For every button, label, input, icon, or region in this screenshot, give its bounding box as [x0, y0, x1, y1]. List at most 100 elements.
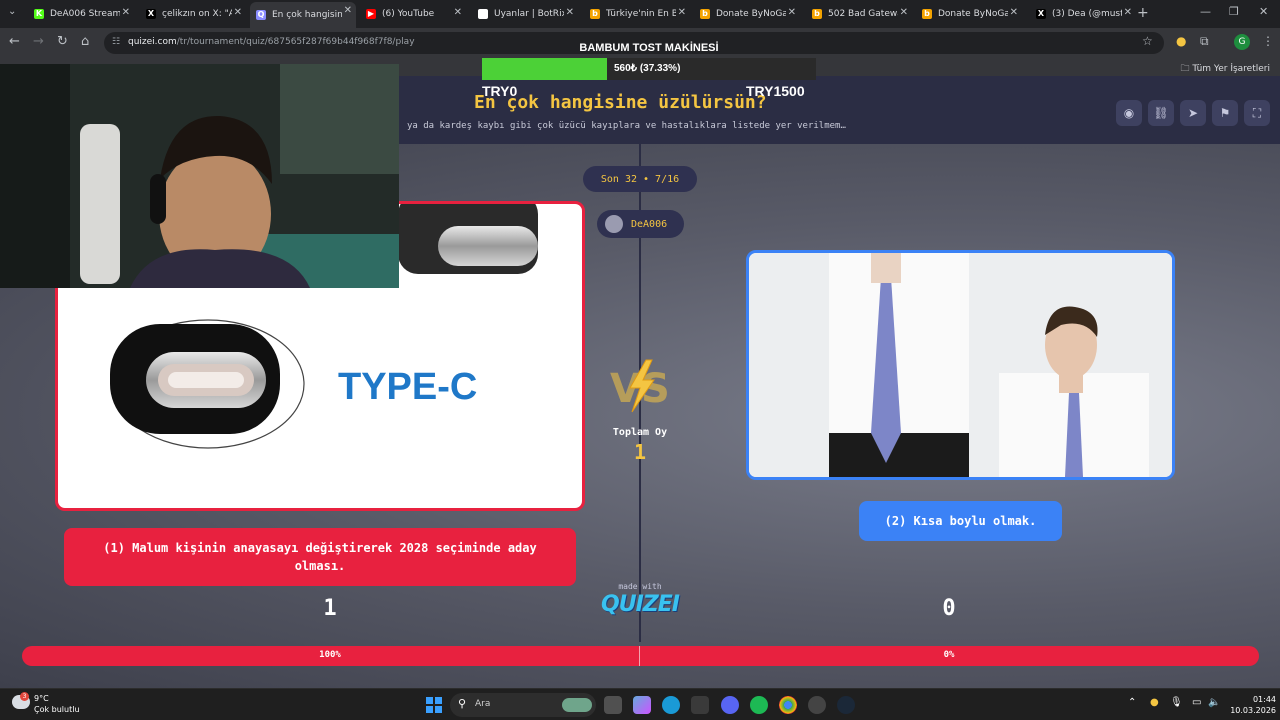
weather-temperature: 9°C	[34, 694, 49, 703]
view-button[interactable]: ◉	[1116, 100, 1142, 126]
tray-app-icon[interactable]: ●	[1150, 697, 1159, 708]
tab-close-icon[interactable]: ✕	[900, 7, 908, 18]
browser-menu-icon[interactable]: ⋮	[1262, 34, 1274, 48]
tray-overflow-icon[interactable]: ⌃	[1128, 697, 1136, 708]
vs-lightning-icon: VS	[610, 359, 670, 413]
browser-tab[interactable]: Q En çok hangisine ✕	[250, 2, 356, 28]
option-card-right[interactable]	[746, 250, 1175, 480]
restore-icon[interactable]: ❐	[1229, 5, 1239, 18]
option-right-button[interactable]: (2) Kısa boylu olmak.	[859, 501, 1062, 541]
quizei-icon: Q	[256, 10, 266, 20]
site-info-icon[interactable]: ☷	[112, 37, 120, 47]
fullscreen-button[interactable]: ⛶	[1244, 100, 1270, 126]
minimize-icon[interactable]: —	[1200, 5, 1211, 18]
donation-goal-overlay: BAMBUM TOST MAKİNESİ 560₺ (37.33%) TRY0 …	[482, 40, 816, 100]
donation-min: TRY0	[482, 83, 518, 99]
bynogame-icon: b	[590, 9, 600, 19]
weather-condition: Çok bulutlu	[34, 705, 80, 714]
network-icon[interactable]: ▭	[1192, 697, 1201, 708]
store-icon[interactable]	[691, 696, 709, 714]
search-icon: ⚲	[458, 697, 467, 710]
tab-close-icon[interactable]: ✕	[122, 7, 130, 18]
webcam-overlay	[0, 64, 399, 288]
tab-close-icon[interactable]: ✕	[678, 7, 686, 18]
botrix-icon: B	[478, 9, 488, 19]
browser-tab[interactable]: ▶ (6) YouTube ✕	[360, 4, 466, 24]
browser-tab[interactable]: Xçelikzın on X: "Ab✕	[140, 4, 246, 24]
total-votes-label: Toplam Oy	[612, 427, 668, 438]
kick-icon: K	[34, 9, 44, 19]
bynogame-icon: b	[700, 9, 710, 19]
tab-close-icon[interactable]: ✕	[1124, 7, 1132, 18]
progress-split	[639, 646, 640, 666]
tab-search-chevron-icon[interactable]: ⌄	[8, 6, 16, 17]
vote-progress-bar: 100% 0%	[22, 646, 1259, 666]
report-button[interactable]: ⚑	[1212, 100, 1238, 126]
browser-tab[interactable]: b Türkiye'nin En Bü ✕	[584, 4, 690, 24]
link-icon: ⛓	[1153, 106, 1169, 120]
tab-close-icon[interactable]: ✕	[1010, 7, 1018, 18]
back-arrow-icon[interactable]: ←	[9, 34, 20, 49]
bookmark-star-icon[interactable]: ☆	[1142, 34, 1153, 48]
browser-tab[interactable]: X (3) Dea (@mustaf✕	[1030, 4, 1136, 24]
tab-title: Uyanlar | BotRix -	[494, 9, 564, 19]
tab-title: Donate ByNoGam	[716, 9, 786, 19]
start-windows-icon[interactable]	[426, 697, 442, 713]
browser-tab[interactable]: b 502 Bad Gateway✕	[806, 4, 912, 24]
edge-icon[interactable]	[662, 696, 680, 714]
right-vote-count: 0	[942, 596, 956, 621]
profile-avatar[interactable]: G	[1234, 34, 1250, 50]
spotify-icon[interactable]	[750, 696, 768, 714]
tab-close-icon[interactable]: ✕	[566, 7, 574, 18]
tab-close-icon[interactable]: ✕	[234, 7, 242, 18]
tab-title: çelikzın on X: "Ab	[162, 9, 232, 19]
youtube-icon: ▶	[366, 9, 376, 19]
tab-close-icon[interactable]: ✕	[788, 7, 796, 18]
chrome-icon[interactable]	[779, 696, 797, 714]
user-badge: DeA006	[597, 210, 684, 238]
new-tab-button[interactable]: +	[1137, 5, 1149, 21]
total-votes-value: 1	[633, 440, 647, 464]
tab-title: (3) Dea (@mustaf	[1052, 9, 1122, 19]
all-bookmarks-link[interactable]: 🗀 Tüm Yer İşaretleri	[1180, 61, 1270, 77]
send-button[interactable]: ➤	[1180, 100, 1206, 126]
extensions-puzzle-icon[interactable]: ⧉	[1200, 34, 1209, 49]
reload-icon[interactable]: ↻	[57, 34, 68, 49]
home-icon[interactable]: ⌂	[81, 34, 89, 49]
close-window-icon[interactable]: ✕	[1259, 5, 1268, 18]
tab-title: Donate ByNoGam	[938, 9, 1008, 19]
browser-tab[interactable]: b Donate ByNoGam✕	[916, 4, 1022, 24]
quizei-logo[interactable]: QUIZEI	[598, 592, 682, 617]
browser-tab[interactable]: K DeA006 Stream - ✕	[28, 4, 134, 24]
taskbar-search[interactable]: ⚲ Ara	[450, 693, 596, 717]
forward-arrow-icon[interactable]: →	[33, 34, 44, 49]
tab-close-icon[interactable]: ✕	[454, 7, 462, 18]
browser-tab[interactable]: B Uyanlar | BotRix -✕	[472, 4, 578, 24]
user-avatar	[605, 215, 623, 233]
donation-progress-text: 560₺ (37.33%)	[614, 63, 681, 74]
donation-progress-bar: 560₺ (37.33%)	[482, 58, 816, 80]
tab-close-icon[interactable]: ✕	[344, 5, 352, 16]
obs-icon[interactable]	[808, 696, 826, 714]
weather-badge: 3	[20, 692, 29, 701]
steam-icon[interactable]	[837, 696, 855, 714]
discord-icon[interactable]	[721, 696, 739, 714]
donation-progress-fill	[482, 58, 607, 80]
copilot-icon[interactable]	[633, 696, 651, 714]
option-left-button[interactable]: (1) Malum kişinin anayasayı değiştirerek…	[64, 528, 576, 586]
microphone-icon[interactable]: 🎙	[1170, 697, 1183, 708]
tab-title: (6) YouTube	[382, 9, 435, 19]
tab-title: 502 Bad Gateway	[828, 9, 898, 19]
search-highlight-icon	[562, 698, 592, 712]
donation-max: TRY1500	[746, 83, 805, 99]
type-c-label: TYPE-C	[338, 366, 478, 408]
flag-icon: ⚑	[1219, 106, 1231, 120]
search-label: Ara	[475, 699, 491, 709]
task-view-icon[interactable]	[604, 696, 622, 714]
share-button[interactable]: ⛓	[1148, 100, 1174, 126]
browser-tab[interactable]: b Donate ByNoGam✕	[694, 4, 800, 24]
send-icon: ➤	[1187, 106, 1199, 120]
volume-icon[interactable]: 🔈	[1208, 697, 1220, 708]
system-clock[interactable]: 01:44 10.03.2026	[1226, 694, 1276, 716]
extension-badge-icon[interactable]: ●	[1176, 34, 1186, 48]
